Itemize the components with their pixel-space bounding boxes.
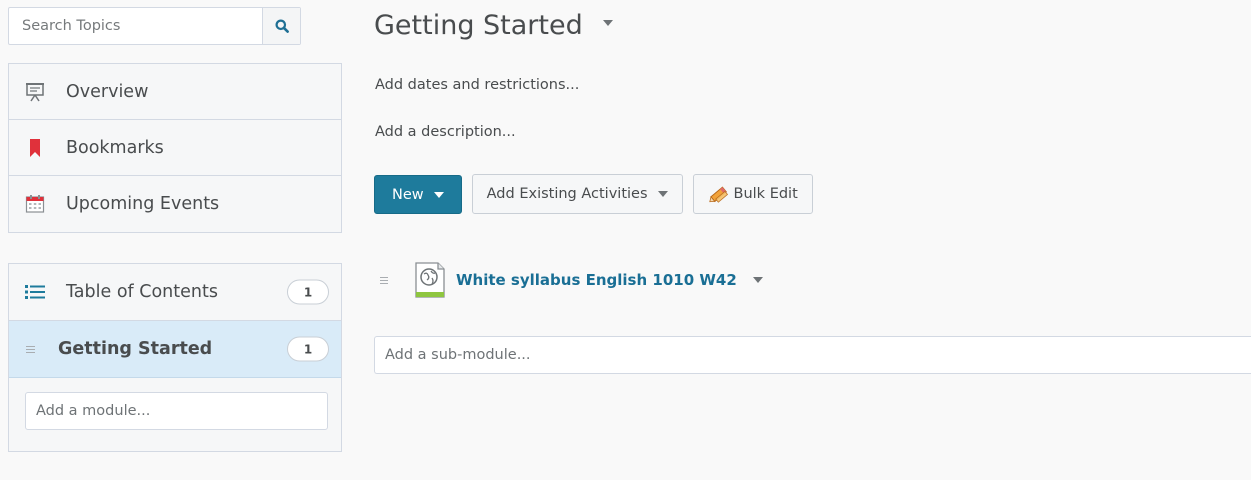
search-input[interactable] [9, 8, 262, 44]
add-description-link[interactable]: Add a description... [375, 124, 516, 140]
topic-title-link[interactable]: White syllabus English 1010 W42 [456, 271, 737, 289]
nav-label-bookmarks: Bookmarks [66, 137, 164, 158]
add-dates-link[interactable]: Add dates and restrictions... [375, 77, 579, 93]
toc-label: Table of Contents [66, 282, 218, 302]
topic-row: White syllabus English 1010 W42 [380, 260, 763, 300]
nav-label-upcoming-events: Upcoming Events [66, 194, 220, 214]
drag-handle-icon[interactable] [26, 345, 40, 353]
add-existing-activities-button[interactable]: Add Existing Activities [471, 174, 683, 214]
nav-label-overview: Overview [66, 81, 149, 102]
search-icon [275, 19, 289, 33]
search-box [8, 7, 301, 45]
bulk-edit-label: Bulk Edit [733, 186, 798, 202]
presentation-board-icon [24, 81, 46, 103]
toolbar: New Add Existing Activities Bulk Edit [374, 174, 813, 214]
new-button[interactable]: New [374, 175, 462, 214]
search-button[interactable] [262, 8, 300, 44]
add-existing-label: Add Existing Activities [486, 186, 648, 202]
pencil-icon [708, 186, 728, 203]
toc-group: Table of Contents 1 Getting Started 1 [8, 263, 342, 452]
nav-item-overview[interactable]: Overview [9, 64, 341, 120]
page-title-wrap: Getting Started [374, 10, 613, 41]
module-item-getting-started[interactable]: Getting Started 1 [9, 321, 341, 378]
bookmark-icon [24, 137, 46, 159]
add-sub-module-input[interactable] [374, 336, 1251, 374]
nav-item-upcoming-events[interactable]: Upcoming Events [9, 176, 341, 232]
drag-handle-icon[interactable] [380, 276, 390, 284]
count-badge: 1 [287, 279, 329, 305]
toc-item-table-of-contents[interactable]: Table of Contents 1 [9, 264, 341, 321]
nav-item-bookmarks[interactable]: Bookmarks [9, 120, 341, 176]
chevron-down-icon [657, 191, 668, 197]
chevron-down-icon[interactable] [602, 19, 613, 26]
nav-group: Overview Bookmarks Upcoming Events [8, 63, 342, 233]
new-button-label: New [392, 186, 424, 203]
add-module-wrap [9, 378, 341, 430]
web-page-icon [415, 262, 445, 298]
page-title: Getting Started [374, 10, 583, 41]
count-badge: 1 [287, 336, 329, 362]
bulk-edit-button[interactable]: Bulk Edit [692, 174, 813, 214]
chevron-down-icon[interactable] [752, 277, 763, 283]
calendar-icon [24, 193, 46, 215]
add-module-input[interactable] [25, 392, 328, 430]
chevron-down-icon [433, 191, 444, 198]
list-icon [24, 281, 46, 303]
module-label: Getting Started [58, 339, 213, 359]
